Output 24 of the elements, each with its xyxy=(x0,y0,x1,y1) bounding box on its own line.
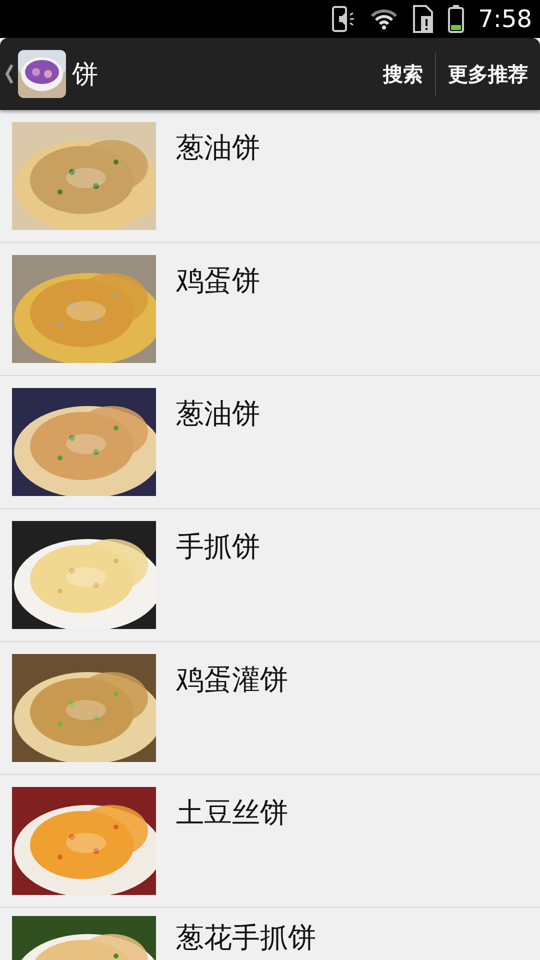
recipe-title: 葱油饼 xyxy=(176,398,260,430)
recipe-title: 葱花手抓饼 xyxy=(176,922,316,954)
recipe-title: 手抓饼 xyxy=(176,531,260,563)
recipe-row[interactable]: 土豆丝饼 xyxy=(0,775,540,908)
battery-icon xyxy=(448,5,464,33)
wifi-icon xyxy=(370,8,398,30)
recipe-row[interactable]: 葱油饼 xyxy=(0,110,540,243)
recipe-title: 土豆丝饼 xyxy=(176,797,288,829)
recipe-row[interactable]: 手抓饼 xyxy=(0,509,540,642)
recipe-row[interactable]: 葱油饼 xyxy=(0,376,540,509)
page-title: 饼 xyxy=(72,58,99,92)
phone-volume-icon xyxy=(332,6,356,32)
recipe-title: 葱油饼 xyxy=(176,132,260,164)
app-icon xyxy=(18,50,66,98)
recipe-row[interactable]: 葱花手抓饼 xyxy=(0,908,540,960)
recipe-title: 鸡蛋饼 xyxy=(176,265,260,297)
sim-card-icon xyxy=(412,5,434,33)
action-button[interactable]: 更多推荐 xyxy=(435,52,540,96)
action-button[interactable]: 搜索 xyxy=(371,52,435,96)
recipe-row[interactable]: 鸡蛋饼 xyxy=(0,243,540,376)
recipe-row[interactable]: 鸡蛋灌饼 xyxy=(0,642,540,775)
clock-time: 7:58 xyxy=(478,5,532,33)
recipe-title: 鸡蛋灌饼 xyxy=(176,664,288,696)
chevron-left-icon xyxy=(4,63,14,85)
